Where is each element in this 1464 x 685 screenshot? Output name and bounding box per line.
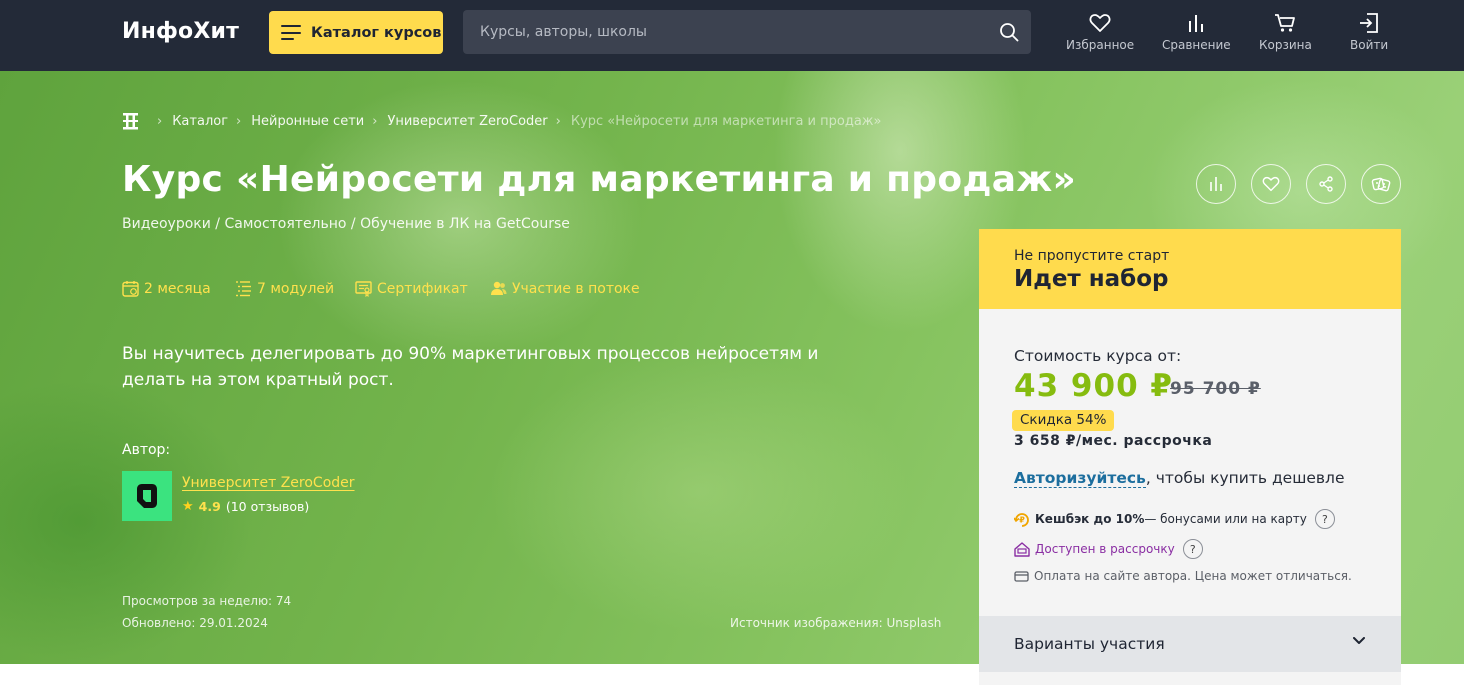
group-icon [491, 281, 507, 295]
cashback-row: ₽ Кешбэк до 10% — бонусами или на карту … [1014, 509, 1335, 529]
login-icon [1360, 13, 1378, 33]
reviews-count[interactable]: (10 отзывов) [226, 499, 309, 514]
random-course-button[interactable] [1361, 164, 1401, 204]
breadcrumb-link-neural-networks[interactable]: Нейронные сети [251, 114, 364, 129]
course-description: Вы научитесь делегировать до 90% маркети… [122, 344, 819, 390]
author-avatar[interactable] [122, 471, 172, 521]
calendar-icon [122, 281, 139, 297]
card-icon [1014, 570, 1029, 582]
participation-options-label: Варианты участия [1014, 635, 1165, 653]
chevron-down-icon [1353, 637, 1365, 644]
updated-date: Обновлено: 29.01.2024 [122, 616, 268, 630]
zerocoder-logo-icon [137, 484, 157, 508]
discount-badge: Скидка 54% [1012, 410, 1115, 431]
home-icon[interactable] [122, 112, 139, 130]
top-header: ИнфоХит Каталог курсов Избранное Сравнен… [0, 0, 1464, 71]
current-price: 43 900 ₽ [1014, 368, 1174, 404]
nav-compare[interactable]: Сравнение [1162, 13, 1231, 52]
image-source: Источник изображения: Unsplash [730, 616, 942, 630]
heart-icon [1089, 14, 1111, 32]
search-input[interactable] [463, 10, 983, 54]
payment-note: Оплата на сайте автора. Цена может отлич… [1034, 569, 1352, 583]
breadcrumb-current: Курс «Нейросети для маркетинга и продаж» [570, 113, 882, 129]
search-bar [463, 10, 1031, 54]
feature-modules: 7 модулей [235, 280, 334, 297]
participation-options-toggle[interactable]: Варианты участия [979, 616, 1401, 672]
chevron-right-icon: › [236, 113, 242, 129]
compare-button[interactable] [1196, 164, 1236, 204]
catalog-button-label: Каталог курсов [311, 24, 442, 41]
breadcrumb: › Каталог › Нейронные сети › Университет… [122, 112, 881, 130]
feature-duration: 2 месяца [122, 280, 211, 297]
nav-compare-label: Сравнение [1162, 38, 1231, 52]
page-title: Курс «Нейросети для маркетинга и продаж» [122, 159, 1077, 200]
enrollment-hint: Не пропустите старт [1014, 248, 1170, 264]
old-price: 95 700 ₽ [1170, 379, 1261, 399]
login-prompt-rest: , чтобы купить дешевле [1145, 469, 1345, 487]
certificate-icon [355, 281, 372, 297]
course-format: Видеоуроки / Самостоятельно / Обучение в… [122, 216, 570, 232]
feature-modules-label: 7 модулей [257, 280, 335, 297]
author-label: Автор: [122, 442, 171, 458]
chevron-right-icon: › [555, 113, 561, 129]
cashback-help-button[interactable]: ? [1314, 509, 1335, 529]
installment-available-label[interactable]: Доступен в рассрочку [1035, 542, 1175, 556]
enrollment-status: Идет набор [1014, 266, 1169, 292]
cost-label: Стоимость курса от: [1014, 347, 1182, 365]
site-logo[interactable]: ИнфоХит [122, 19, 239, 44]
installment-row: Доступен в рассрочку ? [1014, 539, 1203, 559]
login-prompt: Авторизуйтесь, чтобы купить дешевле [1014, 469, 1345, 488]
author-rating: ★ 4.9 (10 отзывов) [182, 499, 309, 514]
cashback-bold: Кешбэк до 10% [1035, 512, 1145, 526]
rating-value: 4.9 [198, 499, 221, 514]
compare-icon [1189, 15, 1204, 32]
installment-help-button[interactable]: ? [1182, 539, 1203, 559]
share-button[interactable] [1306, 164, 1346, 204]
feature-cohort-label: Участие в потоке [512, 280, 640, 297]
author-link[interactable]: Университет ZeroCoder [182, 475, 355, 491]
cashback-rest: — бонусами или на карту [1144, 512, 1307, 526]
heart-icon [1262, 176, 1280, 192]
price-card: Не пропустите старт Идет набор Стоимость… [979, 229, 1401, 685]
nav-cart-label: Корзина [1259, 38, 1312, 52]
feature-certificate-label: Сертификат [377, 280, 468, 297]
nav-login-label: Войти [1350, 38, 1389, 52]
search-icon[interactable] [999, 22, 1019, 42]
share-icon [1319, 176, 1333, 192]
nav-cart[interactable]: Корзина [1259, 13, 1312, 52]
feature-cohort: Участие в потоке [490, 280, 640, 297]
svg-text:₽: ₽ [1019, 516, 1025, 525]
enrollment-banner: Не пропустите старт Идет набор [979, 229, 1401, 309]
catalog-button[interactable]: Каталог курсов [269, 11, 443, 54]
breadcrumb-link-school[interactable]: Университет ZeroCoder [387, 114, 547, 129]
login-link[interactable]: Авторизуйтесь [1014, 469, 1146, 488]
nav-login[interactable]: Войти [1350, 13, 1388, 52]
nav-favorites-label: Избранное [1066, 38, 1135, 52]
favorite-button[interactable] [1251, 164, 1291, 204]
modules-icon [236, 281, 251, 297]
compare-icon [1210, 177, 1222, 191]
menu-icon [281, 25, 301, 40]
views-count: Просмотров за неделю: 74 [122, 594, 292, 608]
payment-note-row: Оплата на сайте автора. Цена может отлич… [1014, 569, 1352, 583]
feature-certificate: Сертификат [355, 280, 468, 297]
dice-icon [1371, 177, 1391, 192]
installment-icon [1014, 542, 1030, 557]
star-icon: ★ [182, 499, 194, 514]
installment-price: 3 658 ₽/мес. рассрочка [1014, 433, 1213, 449]
feature-duration-label: 2 месяца [144, 280, 211, 297]
cart-icon [1275, 14, 1296, 32]
breadcrumb-link-catalog[interactable]: Каталог [172, 114, 228, 129]
chevron-right-icon: › [157, 113, 163, 129]
chevron-right-icon: › [372, 113, 378, 129]
cashback-icon: ₽ [1014, 513, 1029, 527]
nav-favorites[interactable]: Избранное [1066, 13, 1134, 52]
